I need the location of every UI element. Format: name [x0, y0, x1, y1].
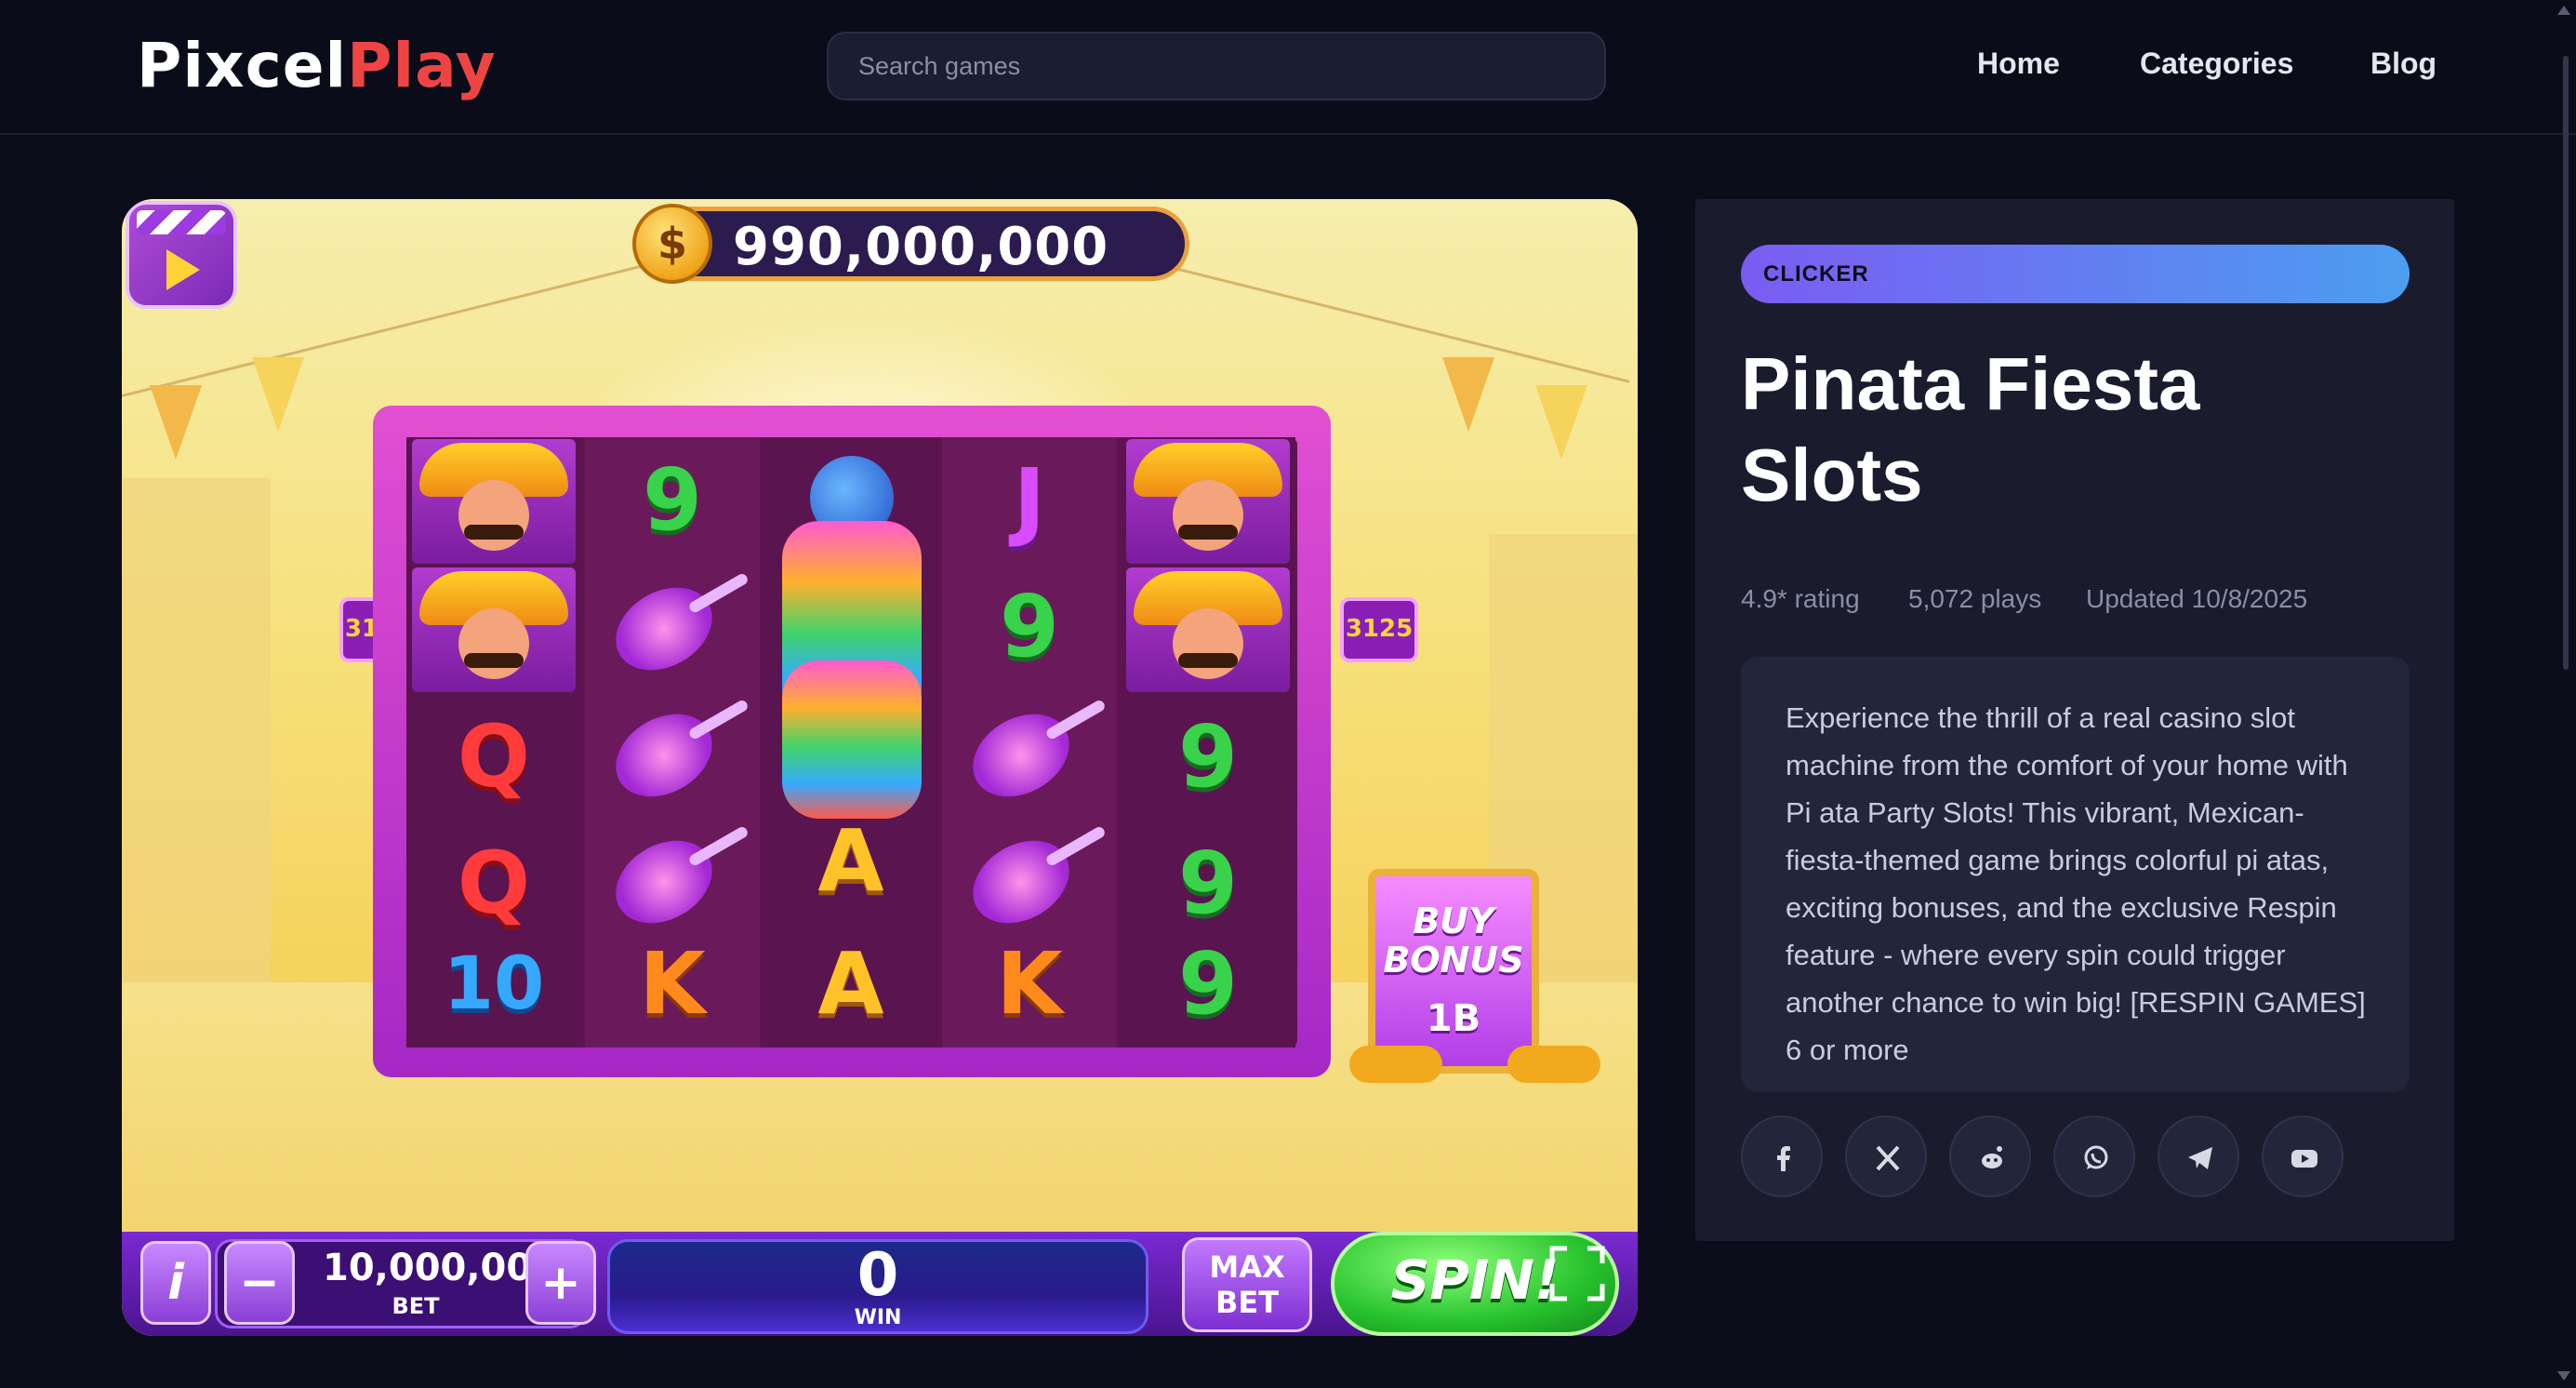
- max-bet-line2: BET: [1215, 1285, 1280, 1320]
- share-facebook-button[interactable]: [1741, 1115, 1823, 1197]
- game-canvas[interactable]: $ 990,000,000 3125 3125 Q Q 10 9 K: [122, 199, 1638, 1336]
- category-badge[interactable]: CLICKER: [1741, 245, 2410, 303]
- symbol-9: 9: [642, 450, 702, 550]
- game-title: Pinata Fiesta Slots: [1741, 342, 2200, 516]
- slot-machine: Q Q 10 9 K A A J 9 K 9 9 9: [373, 406, 1331, 1077]
- symbol-a: A: [817, 934, 884, 1034]
- building-left: [122, 478, 271, 1036]
- logo-text-pixcel: Pixcel: [137, 30, 348, 101]
- symbol-k: K: [996, 934, 1063, 1034]
- bet-label: BET: [392, 1293, 440, 1319]
- control-bar: i − 10,000,000 BET + 0 WIN MAX BET SPIN!: [122, 1232, 1638, 1336]
- pinata-symbol: [782, 661, 922, 819]
- symbol-q: Q: [457, 707, 531, 807]
- youtube-icon: [2291, 1150, 2317, 1168]
- buy-bonus-line1: BUY: [1413, 901, 1494, 941]
- guitar-symbol: [585, 564, 760, 690]
- marigold-decoration: [1507, 1046, 1600, 1083]
- balance-value: 990,000,000: [733, 217, 1109, 277]
- symbol-a: A: [817, 811, 884, 911]
- bunting-flag: [150, 385, 202, 460]
- buy-bonus-button[interactable]: BUY BONUS 1B: [1368, 869, 1539, 1074]
- bet-value: 10,000,000: [323, 1247, 559, 1289]
- rating-text: 4.9* rating: [1741, 584, 1860, 613]
- game-info-panel: CLICKER Pinata Fiesta Slots 4.9* rating …: [1695, 199, 2454, 1241]
- plays-text: 5,072 plays: [1908, 584, 2042, 613]
- decrease-bet-button[interactable]: −: [224, 1241, 295, 1325]
- clapper-stripes: [137, 210, 226, 234]
- nav-home[interactable]: Home: [1977, 47, 2060, 81]
- symbol-10: 10: [443, 942, 545, 1026]
- reel-3: A A: [764, 437, 938, 1048]
- multiplier-badge-right: 3125: [1340, 597, 1418, 662]
- reel-4: J 9 K: [942, 437, 1117, 1048]
- search-input[interactable]: Search games: [827, 32, 1606, 100]
- play-icon: [166, 249, 200, 290]
- mexican-man-symbol: [1126, 567, 1290, 692]
- buy-bonus-line2: BONUS: [1383, 940, 1524, 981]
- bunting-flag: [1442, 357, 1494, 432]
- page-scrollbar[interactable]: [2563, 56, 2569, 670]
- symbol-j: J: [1013, 450, 1046, 550]
- x-icon: [1876, 1145, 1900, 1171]
- share-x-button[interactable]: [1845, 1115, 1927, 1197]
- fullscreen-icon[interactable]: [1548, 1245, 1606, 1302]
- mexican-man-symbol: [412, 439, 576, 564]
- share-telegram-button[interactable]: [2158, 1115, 2239, 1197]
- whatsapp-icon: [2084, 1145, 2108, 1169]
- description-text: Experience the thrill of a real casino s…: [1786, 701, 2366, 1066]
- bunting-flag: [1535, 385, 1587, 460]
- description-box[interactable]: Experience the thrill of a real casino s…: [1741, 657, 2410, 1092]
- share-whatsapp-button[interactable]: [2053, 1115, 2135, 1197]
- mexican-man-symbol: [412, 567, 576, 692]
- buy-bonus-price: 1B: [1426, 997, 1481, 1040]
- video-clapper-icon[interactable]: [126, 201, 237, 309]
- symbol-9: 9: [1177, 934, 1238, 1034]
- nav-blog[interactable]: Blog: [2370, 47, 2437, 81]
- symbol-9: 9: [1177, 707, 1238, 807]
- mexican-man-symbol: [1126, 439, 1290, 564]
- share-reddit-button[interactable]: [1949, 1115, 2031, 1197]
- site-logo[interactable]: PixcelPlay: [137, 30, 497, 101]
- facebook-icon: [1777, 1146, 1790, 1171]
- scroll-up-arrow-icon[interactable]: [2557, 6, 2570, 15]
- reel-5: 9 9 9: [1121, 437, 1295, 1048]
- increase-bet-button[interactable]: +: [525, 1241, 596, 1325]
- max-bet-button[interactable]: MAX BET: [1182, 1237, 1312, 1332]
- bunting-flag: [252, 357, 304, 432]
- scroll-down-arrow-icon[interactable]: [2557, 1371, 2570, 1381]
- symbol-k: K: [639, 934, 706, 1034]
- reddit-icon: [1982, 1146, 2002, 1168]
- telegram-icon: [2188, 1147, 2212, 1169]
- logo-text-play: Play: [347, 30, 497, 101]
- share-youtube-button[interactable]: [2262, 1115, 2344, 1197]
- win-label: WIN: [854, 1306, 902, 1329]
- reel-area: Q Q 10 9 K A A J 9 K 9 9 9: [406, 437, 1297, 1048]
- reel-1: Q Q 10: [406, 437, 581, 1048]
- guitar-symbol: [585, 690, 760, 817]
- marigold-decoration: [1349, 1046, 1442, 1083]
- site-header: PixcelPlay Search games Home Categories …: [0, 0, 2576, 135]
- symbol-9: 9: [999, 577, 1059, 676]
- guitar-symbol: [942, 690, 1117, 817]
- coin-icon: $: [632, 204, 712, 284]
- balance-bar: $ 990,000,000: [632, 204, 1189, 284]
- updated-text: Updated 10/8/2025: [2086, 584, 2308, 613]
- max-bet-line1: MAX: [1209, 1249, 1285, 1285]
- nav-categories[interactable]: Categories: [2140, 47, 2293, 81]
- win-value: 0: [856, 1241, 899, 1310]
- reel-2: 9 K: [585, 437, 760, 1048]
- info-button[interactable]: i: [140, 1241, 211, 1325]
